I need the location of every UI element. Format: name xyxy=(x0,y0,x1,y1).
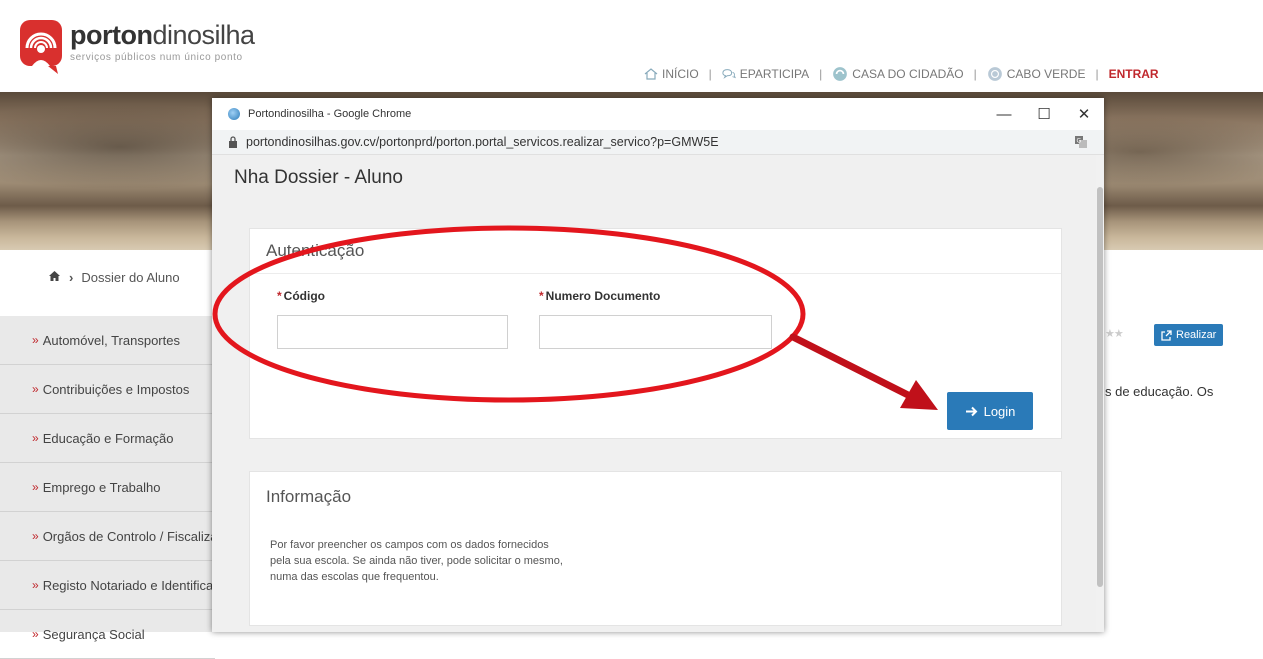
window-titlebar[interactable]: Portondinosilha - Google Chrome — ☐ ✕ xyxy=(212,98,1104,130)
scroll-thumb[interactable] xyxy=(1097,187,1103,587)
numero-documento-input[interactable] xyxy=(539,315,772,349)
svg-text:G: G xyxy=(1077,138,1082,145)
category-sidebar: » Automóvel, Transportes » Contribuições e… xyxy=(0,316,215,659)
home-icon xyxy=(644,68,658,80)
nav-separator: | xyxy=(708,67,712,81)
minimize-icon[interactable]: — xyxy=(984,98,1024,130)
logo-name: portondinosilha xyxy=(70,20,255,50)
realizar-label: Realizar xyxy=(1176,329,1217,341)
page-title: Nha Dossier - Aluno xyxy=(234,167,403,188)
logo-tagline: serviços públicos num único ponto xyxy=(70,52,243,63)
home-icon[interactable] xyxy=(48,270,61,285)
sidebar-item-label: Orgãos de Controlo / Fiscalização xyxy=(42,528,215,544)
sidebar-item-orgaos[interactable]: »Orgãos de Controlo / Fiscalização xyxy=(0,512,215,561)
sidebar-item-label: Registo Notariado e Identificação xyxy=(42,577,215,593)
sidebar-item-label: Contribuições e Impostos xyxy=(42,381,190,397)
sidebar-item-seguranca[interactable]: » Segurança Social xyxy=(0,610,215,659)
citizen-icon xyxy=(833,67,848,81)
popup-scrollbar[interactable] xyxy=(1096,155,1104,632)
site-logo[interactable]: portondinosilha serviços públicos num ún… xyxy=(18,18,255,74)
info-line: numa das escolas que frequentou. xyxy=(270,571,439,583)
nav-label: CASA DO CIDADÃO xyxy=(852,67,964,81)
codigo-label: * Código xyxy=(277,289,325,303)
chevron-icon: » xyxy=(32,333,39,347)
info-line: pela sua escola. Se ainda não tiver, pod… xyxy=(270,555,563,567)
nav-casa-do-cidadao[interactable]: CASA DO CIDADÃO xyxy=(832,66,964,82)
info-heading: Informação xyxy=(266,487,352,506)
breadcrumb: › Dossier do Aluno xyxy=(48,270,180,285)
sidebar-item-label: Automóvel, Transportes xyxy=(42,332,180,348)
lock-icon xyxy=(229,136,237,148)
sidebar-item-label: Segurança Social xyxy=(42,626,145,642)
chevron-icon: » xyxy=(32,578,39,592)
chat-icon xyxy=(722,69,736,79)
auth-heading: Autenticação xyxy=(250,229,1061,274)
site-header: portondinosilha serviços públicos num ún… xyxy=(0,0,1263,92)
url-text: portondinosilhas.gov.cv/portonprd/porton… xyxy=(246,135,719,149)
nav-inicio[interactable]: INÍCIO xyxy=(644,67,699,81)
window-title: Portondinosilha - Google Chrome xyxy=(248,108,412,120)
service-description: s de educação. Os xyxy=(1105,384,1214,399)
chevron-icon: » xyxy=(32,382,39,396)
nav-eparticipa[interactable]: EPARTICIPA xyxy=(722,67,809,81)
sidebar-item-registo[interactable]: »Registo Notariado e Identificação xyxy=(0,561,215,610)
nav-separator: | xyxy=(973,67,977,81)
login-label: Login xyxy=(983,403,1016,419)
chevron-icon: » xyxy=(32,529,39,543)
sidebar-item-automovel[interactable]: » Automóvel, Transportes xyxy=(0,316,215,365)
info-text: Por favor preencher os campos com os dad… xyxy=(270,537,690,585)
sidebar-item-contribuicoes[interactable]: » Contribuições e Impostos xyxy=(0,365,215,414)
flag-icon xyxy=(987,67,1002,81)
arrow-right-icon xyxy=(965,406,978,416)
rating-stars-icon[interactable]: ★★ xyxy=(1105,327,1124,340)
sidebar-item-educacao[interactable]: » Educação e Formação xyxy=(0,414,215,463)
info-card: Informação Por favor preencher os campos… xyxy=(249,471,1062,626)
nav-cabo-verde[interactable]: CABO VERDE xyxy=(987,66,1086,82)
sidebar-item-emprego[interactable]: » Emprego e Trabalho xyxy=(0,463,215,512)
popup-page: Nha Dossier - Aluno Autenticação * Código… xyxy=(212,155,1096,632)
nav-separator: | xyxy=(1095,67,1099,81)
nav-label: INÍCIO xyxy=(662,67,699,81)
top-nav: INÍCIO | EPARTICIPA | CASA DO CIDADÃO | … xyxy=(644,66,1159,82)
nav-separator: | xyxy=(819,67,823,81)
external-link-icon xyxy=(1161,329,1172,341)
info-line: Por favor preencher os campos com os dad… xyxy=(270,539,549,551)
sidebar-item-label: Emprego e Trabalho xyxy=(42,479,161,495)
realizar-button[interactable]: Realizar xyxy=(1154,324,1224,346)
chrome-favicon-icon xyxy=(228,108,240,120)
chevron-icon: » xyxy=(32,480,39,494)
logo-mark-icon xyxy=(18,18,64,74)
close-icon[interactable]: ✕ xyxy=(1064,98,1104,130)
auth-card: Autenticação * Código * Numero Documento L… xyxy=(249,228,1062,439)
codigo-input[interactable] xyxy=(277,315,508,349)
nav-label: CABO VERDE xyxy=(1006,67,1086,81)
entrar-link[interactable]: ENTRAR xyxy=(1109,67,1159,81)
login-button[interactable]: Login xyxy=(947,392,1033,430)
translate-icon[interactable]: G xyxy=(1074,135,1088,149)
chevron-right-icon: › xyxy=(69,270,74,285)
numero-documento-label: * Numero Documento xyxy=(539,289,661,303)
maximize-icon[interactable]: ☐ xyxy=(1024,98,1064,130)
chevron-icon: » xyxy=(32,627,39,641)
sidebar-item-label: Educação e Formação xyxy=(42,430,174,446)
chevron-icon: » xyxy=(32,431,39,445)
breadcrumb-current[interactable]: Dossier do Aluno xyxy=(81,270,179,285)
nav-label: EPARTICIPA xyxy=(739,67,810,81)
address-bar[interactable]: portondinosilhas.gov.cv/portonprd/porton… xyxy=(212,130,1104,155)
popup-browser-window: Portondinosilha - Google Chrome — ☐ ✕ po… xyxy=(212,98,1104,632)
